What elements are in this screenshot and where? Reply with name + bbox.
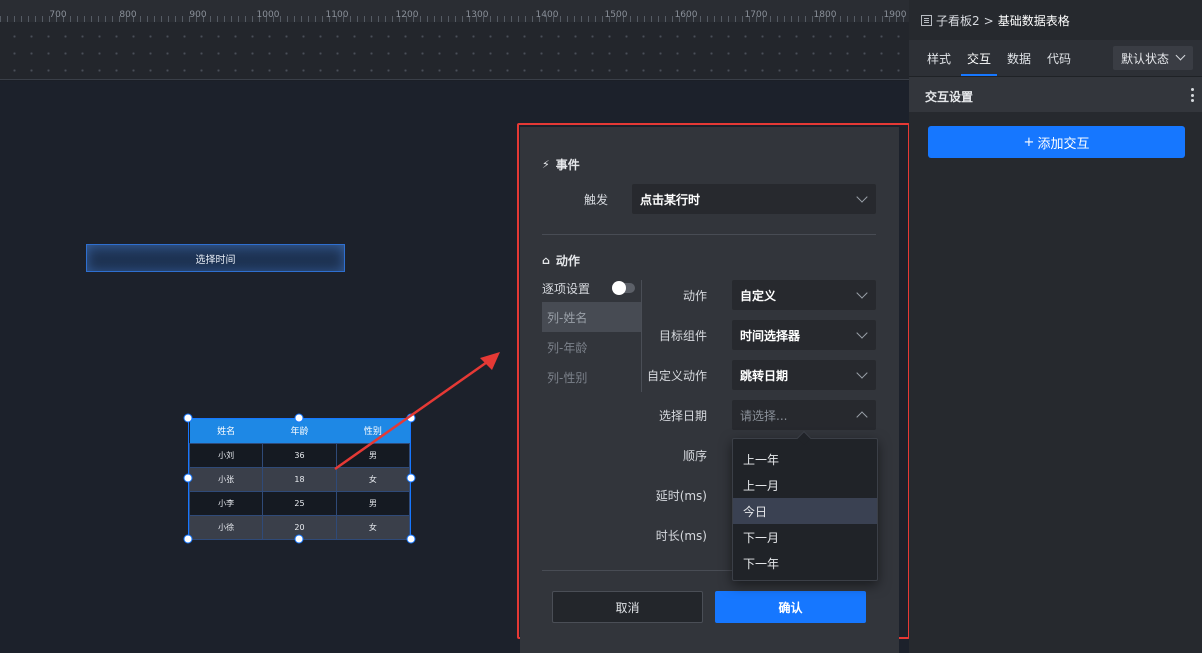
ruler-label: 1400 [535, 10, 559, 20]
properties-panel: 子看板2 > 基础数据表格 样式 交互 数据 代码 默认状态 交互设置 + 添加… [909, 0, 1202, 653]
custom-action-select[interactable]: 跳转日期 [732, 360, 876, 390]
breadcrumb: 子看板2 > 基础数据表格 [921, 12, 1070, 29]
table-cell: 小刘 [188, 442, 264, 468]
date-options-dropdown: 上一年 上一月 今日 下一月 下一年 [732, 430, 878, 581]
resize-handle[interactable] [406, 534, 416, 544]
ruler: 700 800 900 1000 1100 1200 1300 1400 150… [0, 0, 909, 80]
ruler-grid [0, 22, 909, 79]
breadcrumb-current: 基础数据表格 [997, 14, 1070, 28]
list-item[interactable]: 列-姓名 [542, 302, 641, 332]
table-header-cell: 性别 [336, 419, 410, 443]
breadcrumb-separator: > [983, 13, 994, 28]
delay-label: 延时(ms) [655, 489, 707, 503]
date-option[interactable]: 上一月 [733, 472, 877, 498]
chevron-down-icon [856, 287, 868, 299]
list-item[interactable]: 列-性别 [542, 362, 641, 392]
ruler-label: 1900 [883, 10, 907, 20]
chevron-down-icon [856, 327, 868, 339]
trigger-select[interactable]: 点击某行时 [632, 184, 876, 214]
target-component-select[interactable]: 时间选择器 [732, 320, 876, 350]
tab-data[interactable]: 数据 [1007, 40, 1031, 76]
resize-handle[interactable] [183, 413, 193, 423]
trigger-label: 触发 [583, 193, 608, 207]
tab-interaction[interactable]: 交互 [960, 40, 998, 76]
table-cell: 男 [335, 442, 411, 468]
ruler-label: 700 [49, 10, 67, 20]
add-interaction-button[interactable]: + 添加交互 [928, 126, 1185, 158]
ruler-label: 1000 [256, 10, 280, 20]
tab-code[interactable]: 代码 [1047, 40, 1071, 76]
table-row[interactable]: 小李 25 男 [188, 490, 411, 516]
date-option[interactable]: 今日 [733, 498, 877, 524]
resize-handle[interactable] [294, 534, 304, 544]
action-select[interactable]: 自定义 [732, 280, 876, 310]
table-row[interactable]: 小刘 36 男 [188, 442, 411, 468]
table-cell: 女 [335, 466, 411, 492]
resize-handle[interactable] [183, 473, 193, 483]
ruler-label: 1300 [465, 10, 489, 20]
table-cell: 36 [262, 442, 337, 468]
chevron-up-icon [856, 411, 868, 423]
resize-handle[interactable] [294, 413, 304, 423]
chevron-down-icon [856, 191, 868, 203]
ruler-label: 1700 [744, 10, 768, 20]
cancel-button[interactable]: 取消 [552, 591, 703, 623]
table-cell: 女 [335, 514, 411, 540]
order-label: 顺序 [682, 449, 707, 463]
action-label: 动作 [682, 289, 707, 303]
action-section-title: ⌂ 动作 [542, 254, 580, 268]
breadcrumb-parent[interactable]: 子看板2 [936, 12, 980, 29]
ruler-label: 1100 [325, 10, 349, 20]
duration-label: 时长(ms) [655, 529, 707, 543]
divider [542, 234, 876, 235]
resize-handle[interactable] [406, 413, 416, 423]
chevron-down-icon [856, 367, 868, 379]
date-option[interactable]: 下一年 [733, 550, 877, 576]
toggle-knob [612, 281, 626, 295]
table-cell: 小张 [188, 466, 264, 492]
select-date-label: 选择日期 [658, 409, 707, 423]
table-cell: 小李 [188, 490, 264, 516]
target-component-label: 目标组件 [658, 329, 707, 343]
date-option[interactable]: 上一年 [733, 446, 877, 472]
lightning-icon: ⚡ [542, 158, 550, 171]
ruler-label: 1500 [604, 10, 628, 20]
select-date-select[interactable]: 请选择... [732, 400, 876, 430]
table-header-cell: 姓名 [189, 419, 263, 443]
time-selector-component[interactable]: 选择时间 [86, 244, 345, 272]
plus-icon: + [1023, 134, 1035, 150]
event-section-title: ⚡ 事件 [542, 158, 580, 172]
custom-action-label: 自定义动作 [646, 369, 707, 383]
date-option[interactable]: 下一月 [733, 524, 877, 550]
ruler-label: 1200 [395, 10, 419, 20]
table-cell: 25 [262, 490, 337, 516]
more-icon[interactable] [1191, 88, 1194, 102]
panel-tabs: 样式 交互 数据 代码 默认状态 [909, 40, 1202, 76]
table-cell: 小徐 [188, 514, 264, 540]
table-header-cell: 年龄 [262, 419, 337, 443]
resize-handle[interactable] [183, 534, 193, 544]
item-list: 列-姓名 列-年龄 列-性别 [542, 302, 641, 392]
action-icon: ⌂ [542, 254, 550, 267]
chevron-down-icon [1175, 50, 1186, 61]
tab-style[interactable]: 样式 [927, 40, 951, 76]
data-table: 姓名 年龄 性别 小刘 36 男 小张 18 女 小李 25 男 小徐 20 女 [188, 419, 411, 540]
ruler-label: 900 [189, 10, 207, 20]
ruler-label: 1600 [674, 10, 698, 20]
interaction-settings-header: 交互设置 [909, 76, 1202, 112]
table-cell: 男 [335, 490, 411, 516]
table-cell: 18 [262, 466, 337, 492]
list-item[interactable]: 列-年龄 [542, 332, 641, 362]
section-title: 交互设置 [925, 90, 974, 104]
ruler-label: 800 [119, 10, 137, 20]
resize-handle[interactable] [406, 473, 416, 483]
state-select[interactable]: 默认状态 [1113, 46, 1193, 70]
per-item-toggle[interactable] [612, 281, 635, 295]
confirm-button[interactable]: 确认 [715, 591, 866, 623]
board-icon [921, 15, 932, 26]
table-row[interactable]: 小张 18 女 [188, 466, 411, 492]
data-table-component[interactable]: 姓名 年龄 性别 小刘 36 男 小张 18 女 小李 25 男 小徐 20 女 [188, 418, 411, 540]
ruler-label: 1800 [813, 10, 837, 20]
per-item-label: 逐项设置 [542, 282, 591, 296]
